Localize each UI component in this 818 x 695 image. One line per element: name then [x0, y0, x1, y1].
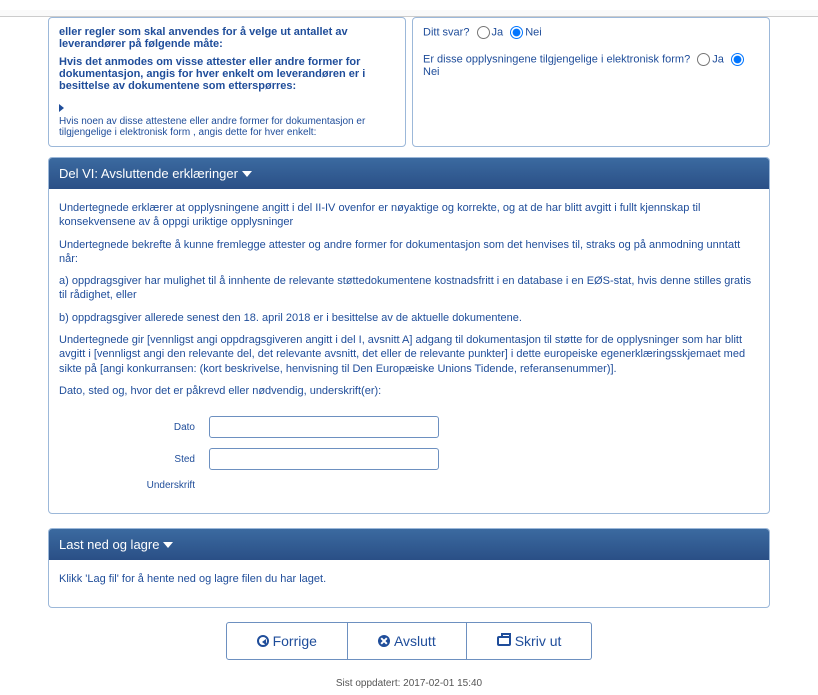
download-title: Last ned og lagre [59, 537, 159, 552]
browser-chrome-placeholder [0, 10, 818, 17]
elektronisk-ja-radio[interactable] [697, 53, 710, 66]
dato-label: Dato [59, 422, 209, 433]
elektronisk-ja-label: Ja [712, 53, 724, 65]
declaration-p4: b) oppdragsgiver allerede senest den 18.… [59, 311, 759, 325]
declaration-p1: Undertegnede erklærer at opplysningene a… [59, 201, 759, 230]
declaration-p2: Undertegnede bekrefte å kunne fremlegge … [59, 238, 759, 267]
criteria-bold-text: Hvis det anmodes om visse attester eller… [59, 56, 395, 92]
sted-label: Sted [59, 454, 209, 465]
question-svar-label: Ditt svar? [423, 26, 469, 38]
chevron-down-icon [163, 542, 173, 548]
elektronisk-nei-label: Nei [423, 66, 440, 78]
svar-nei-radio[interactable] [510, 26, 523, 39]
criteria-left-box: eller regler som skal anvendes for å vel… [48, 17, 406, 147]
download-panel: Last ned og lagre Klikk 'Lag fil' for å … [48, 528, 770, 607]
close-circle-icon [378, 635, 390, 647]
section-6-header[interactable]: Del VI: Avsluttende erklæringer [49, 158, 769, 189]
printer-icon [497, 636, 511, 646]
cancel-button-label: Avslutt [394, 633, 436, 649]
declaration-p6: Dato, sted og, hvor det er påkrevd eller… [59, 384, 759, 398]
declaration-p5: Undertegnede gir [vennligst angi oppdrag… [59, 333, 759, 376]
cancel-button[interactable]: Avslutt [348, 622, 467, 660]
declaration-p3: a) oppdragsgiver har mulighet til å innh… [59, 274, 759, 303]
section-6-title: Del VI: Avsluttende erklæringer [59, 166, 238, 181]
download-body-text: Klikk 'Lag fil' for å hente ned og lagre… [59, 572, 759, 586]
prev-button[interactable]: Forrige [226, 622, 348, 660]
criteria-right-box: Ditt svar? Ja Nei Er disse opplysningene… [412, 17, 770, 147]
prev-button-label: Forrige [273, 633, 317, 649]
button-bar: Forrige Avslutt Skriv ut [48, 622, 770, 660]
svar-ja-label: Ja [492, 26, 504, 38]
underskrift-label: Underskrift [59, 480, 209, 491]
chevron-down-icon [242, 171, 252, 177]
dato-input[interactable] [209, 416, 439, 438]
question-elektronisk-label: Er disse opplysningene tilgjengelige i e… [423, 53, 690, 65]
elektronisk-nei-radio[interactable] [731, 53, 744, 66]
download-header[interactable]: Last ned og lagre [49, 529, 769, 560]
sted-input[interactable] [209, 448, 439, 470]
arrow-left-circle-icon [257, 635, 269, 647]
print-button-label: Skriv ut [515, 633, 562, 649]
svar-nei-label: Nei [525, 26, 542, 38]
svar-ja-radio[interactable] [477, 26, 490, 39]
criteria-note: Hvis noen av disse attestene eller andre… [59, 116, 395, 138]
print-button[interactable]: Skriv ut [467, 622, 593, 660]
criteria-text-line2: leverandører på følgende måte: [59, 38, 395, 50]
section-6-panel: Del VI: Avsluttende erklæringer Underteg… [48, 157, 770, 514]
last-updated-footer: Sist oppdatert: 2017-02-01 15:40 [0, 672, 818, 695]
chevron-right-icon [59, 104, 64, 112]
criteria-text-line1: eller regler som skal anvendes for å vel… [59, 26, 395, 38]
